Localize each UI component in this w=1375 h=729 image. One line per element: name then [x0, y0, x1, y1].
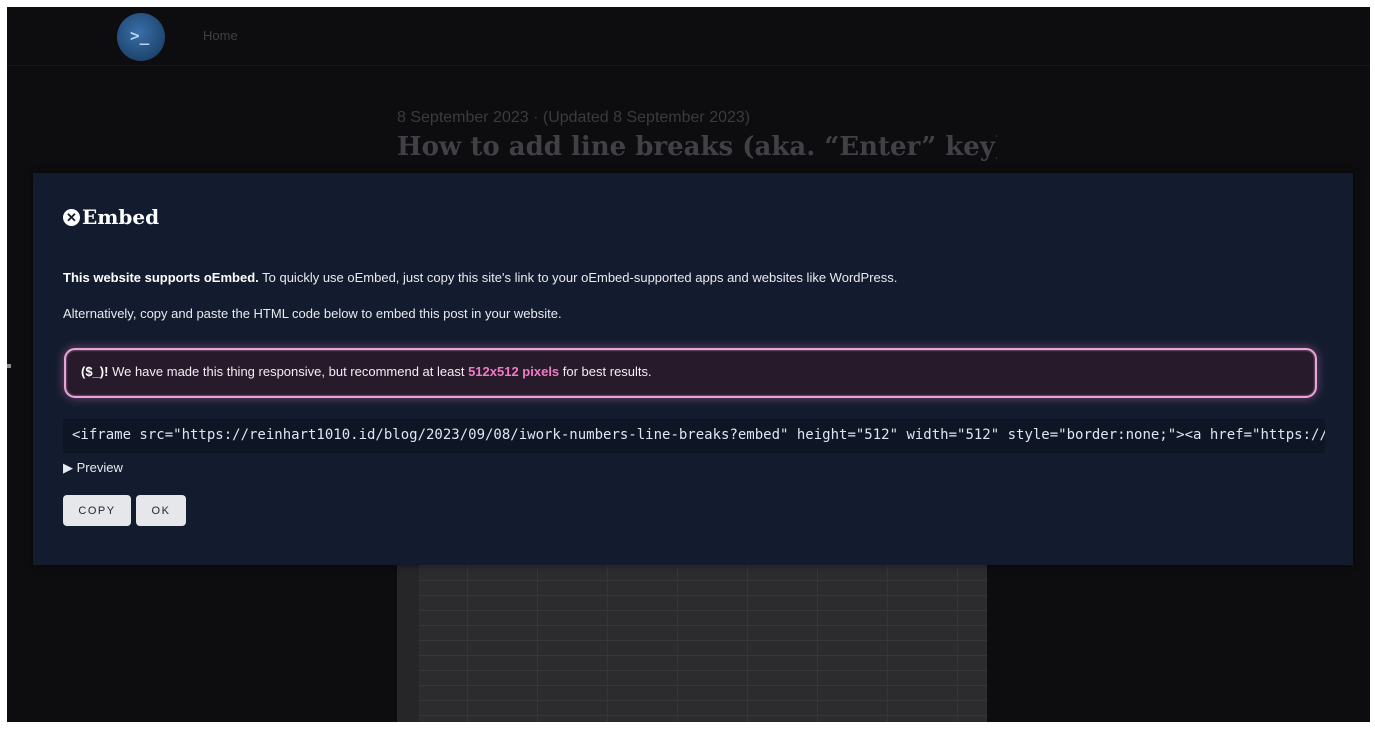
- embed-code-box[interactable]: <iframe src="https://reinhart1010.id/blo…: [63, 419, 1325, 453]
- ok-button[interactable]: OK: [136, 495, 186, 526]
- notice-size-highlight: 512x512 pixels: [468, 364, 560, 379]
- article-screenshot-image: [397, 565, 987, 722]
- responsive-notice: ($_)! We have made this thing responsive…: [64, 348, 1317, 398]
- side-marker: [7, 364, 11, 368]
- notice-text: ($_)! We have made this thing responsive…: [81, 364, 652, 379]
- copy-button[interactable]: COPY: [63, 495, 131, 526]
- page-viewport: >_ Home 8 September 2023 · (Updated 8 Se…: [7, 7, 1370, 722]
- oembed-intro-bold: This website supports oEmbed.: [63, 270, 259, 285]
- dialog-header: ✕ Embed: [63, 205, 159, 229]
- terminal-icon: >_: [130, 26, 150, 45]
- site-logo[interactable]: >_: [117, 13, 165, 61]
- dialog-title: Embed: [82, 205, 160, 229]
- preview-toggle[interactable]: ▶ Preview: [63, 460, 123, 476]
- oembed-intro-text: This website supports oEmbed. To quickly…: [63, 270, 897, 285]
- notice-prefix: ($_)!: [81, 364, 109, 379]
- article-date: 8 September 2023 · (Updated 8 September …: [397, 109, 751, 126]
- close-icon[interactable]: ✕: [63, 208, 80, 226]
- alternative-text: Alternatively, copy and paste the HTML c…: [63, 306, 562, 321]
- embed-dialog: ✕ Embed This website supports oEmbed. To…: [33, 173, 1353, 565]
- embed-code-text[interactable]: <iframe src="https://reinhart1010.id/blo…: [72, 427, 1325, 443]
- article-image-row-headers: [397, 565, 419, 722]
- article-title: How to add line breaks (aka. “Enter” key…: [397, 132, 997, 162]
- notice-text-part-1: We have made this thing responsive, but …: [108, 364, 469, 379]
- notice-text-part-2: for best results.: [559, 364, 652, 379]
- nav-home-link[interactable]: Home: [203, 28, 238, 43]
- top-navigation: >_ Home: [7, 7, 1370, 66]
- oembed-intro-rest: To quickly use oEmbed, just copy this si…: [258, 270, 898, 285]
